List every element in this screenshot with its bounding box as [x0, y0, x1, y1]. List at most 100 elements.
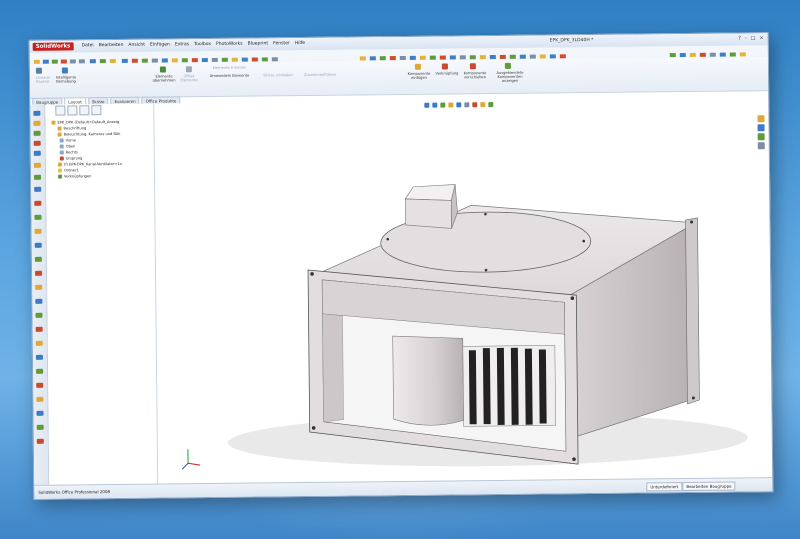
task-pane-tabs [757, 115, 765, 151]
tree-item-top-plane[interactable]: Oben [59, 144, 75, 149]
circle-tool-icon[interactable] [33, 130, 41, 136]
resources-icon[interactable] [757, 115, 765, 123]
cmd-smart-dimension[interactable]: Intelligente Bemaßung [54, 75, 78, 83]
heads-up-view-toolbar [424, 102, 494, 108]
impeller-blade [510, 347, 519, 425]
dimxpert-tool-icon[interactable] [36, 382, 44, 388]
sheetmetal-tool-icon[interactable] [35, 284, 43, 290]
menu-fenster[interactable]: Fenster [273, 41, 290, 46]
convert-icon [159, 66, 166, 73]
arc-tool-icon[interactable] [33, 140, 41, 146]
menu-blueprint[interactable]: Blueprint [248, 41, 269, 46]
part-icon [57, 162, 62, 167]
surface-tool-icon[interactable] [35, 298, 43, 304]
view-orientation-icon[interactable] [456, 102, 462, 108]
relation-tool-icon[interactable] [34, 242, 42, 248]
block-tool-icon[interactable] [34, 256, 42, 262]
menu-bearbeiten[interactable]: Bearbeiten [99, 43, 124, 48]
macro-tool-icon[interactable] [36, 410, 44, 416]
screen-capture-icon[interactable] [36, 424, 44, 430]
tree-item-origin[interactable]: Ursprung [59, 156, 82, 161]
sketch-tool-icon[interactable] [33, 110, 41, 116]
menu-toolbox[interactable]: Toolbox [194, 42, 211, 47]
trim-tool-icon[interactable] [34, 200, 42, 206]
close-button[interactable]: × [759, 35, 763, 41]
tree-item-annotations[interactable]: Beschriftung [57, 126, 86, 131]
model-view [181, 184, 748, 470]
menu-ansicht[interactable]: Ansicht [128, 43, 145, 48]
configuration-tab-icon[interactable] [79, 105, 90, 116]
tree-item-lights[interactable]: Beleuchtung, Kameras und Büh [57, 132, 120, 137]
move-component-icon [469, 63, 476, 70]
hide-show-icon[interactable] [472, 102, 478, 108]
cmd-insert-component[interactable]: Komponente einfügen [404, 72, 434, 80]
pattern-tool-icon[interactable] [34, 228, 42, 234]
cmd-linear[interactable]: Linearer Bauteil- [32, 76, 54, 84]
section-view-icon[interactable] [448, 102, 454, 108]
cmd-close-sketch[interactable]: Skizze schließen [258, 73, 298, 77]
design-library-icon[interactable] [757, 124, 765, 132]
point-tool-icon[interactable] [34, 186, 42, 192]
help-button[interactable]: ? [738, 35, 741, 41]
minimize-button[interactable]: - [745, 35, 747, 41]
annotation-tool-icon[interactable] [36, 368, 44, 374]
tree-item-right-plane[interactable]: Rechts [59, 150, 78, 155]
tree-item-front-plane[interactable]: Vorne [59, 138, 76, 143]
mirror-tool-icon[interactable] [34, 214, 42, 220]
impeller[interactable] [462, 345, 556, 427]
document-title: EPK_DPK_3LD40H * [549, 37, 594, 44]
view-palette-icon[interactable] [757, 142, 765, 150]
cmd-take-over[interactable]: Elemente übernehmen [150, 74, 178, 82]
dimxpert-tab-icon[interactable] [91, 105, 102, 116]
plane-icon [59, 150, 64, 155]
sketch-state: Unterdefiniert [646, 482, 683, 492]
spline-tool-icon[interactable] [33, 150, 41, 156]
mates-icon [58, 174, 63, 179]
tree-item-component[interactable]: (f) EPK-DPK_Kanal-Ventilator<1> [57, 162, 123, 167]
cmd-convert[interactable]: Umwandeln Elemente [202, 73, 257, 78]
table-tool-icon[interactable] [36, 396, 44, 402]
menu-photoworks[interactable]: PhotoWorks [216, 42, 243, 47]
terminal-box-top[interactable] [404, 184, 456, 201]
featuremanager-tab-icon[interactable] [55, 105, 66, 116]
appearance-icon[interactable] [480, 102, 486, 108]
cmd-show-hidden[interactable]: Ausgeblendete Komponenten anzeigen [492, 71, 528, 83]
view-tool-icon[interactable] [35, 354, 43, 360]
line-tool-icon[interactable] [33, 120, 41, 126]
mold-tool-icon[interactable] [35, 312, 43, 318]
impeller-blade [468, 350, 477, 425]
solidworks-logo[interactable]: SolidWorks [32, 42, 74, 51]
cmd-trim[interactable]: Elemente trimmen [202, 65, 257, 70]
motor-cylinder[interactable] [392, 335, 464, 426]
previous-view-icon[interactable] [440, 102, 446, 108]
impeller-blade [524, 348, 533, 425]
terminal-box-front [404, 198, 452, 229]
zoom-fit-icon[interactable] [424, 102, 430, 108]
menu-extras[interactable]: Extras [175, 42, 189, 47]
weld-tool-icon[interactable] [35, 270, 43, 276]
menu-hilfe[interactable]: Hilfe [295, 41, 305, 46]
cmd-move-component[interactable]: Komponente verschieben [460, 71, 490, 79]
ref-geom-icon[interactable] [35, 340, 43, 346]
tree-item-folder[interactable]: Ordner1 [57, 168, 79, 173]
cmd-offset[interactable]: Offset Elemente [178, 74, 200, 82]
graphics-area[interactable] [154, 97, 771, 484]
propertymanager-tab-icon[interactable] [67, 105, 78, 116]
maximize-button[interactable]: □ [751, 35, 756, 41]
polygon-tool-icon[interactable] [34, 174, 42, 180]
cmd-merge[interactable]: Zusammenführen [300, 73, 340, 77]
cmd-mate[interactable]: Verknüpfung [434, 71, 460, 75]
file-explorer-icon[interactable] [757, 133, 765, 141]
zoom-area-icon[interactable] [432, 102, 438, 108]
menu-datei[interactable]: Datei [82, 43, 94, 48]
menu-einfuegen[interactable]: Einfügen [150, 42, 170, 47]
folder-icon [57, 168, 63, 173]
curve-tool-icon[interactable] [35, 326, 43, 332]
scene-icon[interactable] [488, 102, 494, 108]
tree-item-mates[interactable]: Verknüpfungen [58, 174, 91, 179]
tree-root[interactable]: EPK_DPK (Default<Default_Anzeig [51, 120, 119, 125]
rear-flange [685, 217, 700, 405]
display-style-icon[interactable] [464, 102, 470, 108]
photoworks-tool-icon[interactable] [36, 438, 44, 444]
rectangle-tool-icon[interactable] [33, 162, 41, 168]
